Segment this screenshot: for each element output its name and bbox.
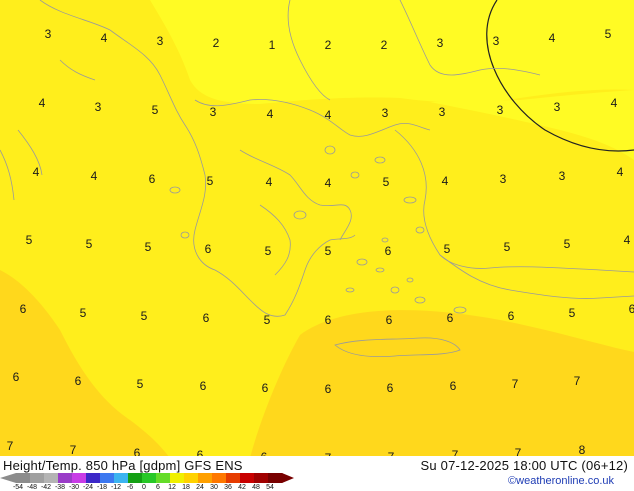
contour-label: 3	[436, 36, 444, 50]
contour-label: 4	[610, 96, 618, 110]
contour-label: 5	[206, 174, 214, 188]
colorbar-segment	[142, 473, 157, 483]
colorbar-segment	[268, 473, 283, 483]
contour-label: 6	[324, 313, 332, 327]
contour-label: 5	[79, 306, 87, 320]
colorbar-segment	[114, 473, 129, 483]
contour-label: 8	[578, 443, 586, 457]
contour-label: 3	[558, 169, 566, 183]
contour-label: 3	[438, 105, 446, 119]
contour-label: 4	[266, 107, 274, 121]
contour-label: 6	[449, 379, 457, 393]
contour-label: 4	[324, 108, 332, 122]
credit-link[interactable]: ©weatheronline.co.uk	[508, 475, 614, 487]
contour-label: 3	[553, 100, 561, 114]
contour-label: 6	[385, 313, 393, 327]
map-title: Height/Temp. 850 hPa [gdpm] GFS ENS	[3, 458, 243, 473]
contour-label: 5	[144, 240, 152, 254]
colorbar	[0, 473, 294, 483]
contour-label: 6	[446, 311, 454, 325]
colorbar-segment	[30, 473, 45, 483]
contour-label: 5	[136, 377, 144, 391]
contour-label: 4	[616, 165, 624, 179]
contour-label: 5	[263, 313, 271, 327]
contour-label: 6	[148, 172, 156, 186]
contour-label: 4	[548, 31, 556, 45]
colorbar-segment	[72, 473, 87, 483]
contour-label: 4	[441, 174, 449, 188]
contour-label: 4	[90, 169, 98, 183]
contour-label: 5	[151, 103, 159, 117]
contour-label: 7	[6, 439, 14, 453]
contour-label: 3	[156, 34, 164, 48]
colorbar-max-arrow	[282, 473, 294, 483]
contour-label: 3	[44, 27, 52, 41]
contour-label: 3	[496, 103, 504, 117]
contour-label: 6	[204, 242, 212, 256]
contour-label: 5	[25, 233, 33, 247]
contour-label: 5	[324, 244, 332, 258]
colorbar-segment	[58, 473, 73, 483]
colorbar-segment	[226, 473, 241, 483]
colorbar-segment	[184, 473, 199, 483]
contour-label: 1	[268, 38, 276, 52]
contour-label: 4	[100, 31, 108, 45]
colorbar-min-arrow	[0, 473, 16, 483]
temperature-field-cool-band	[150, 0, 634, 104]
contour-label: 3	[209, 105, 217, 119]
colorbar-segment	[100, 473, 115, 483]
valid-time: Su 07-12-2025 18:00 UTC (06+12)	[420, 458, 628, 473]
contour-label: 6	[628, 302, 634, 316]
contour-label: 2	[324, 38, 332, 52]
contour-label: 5	[604, 27, 612, 41]
contour-label: 3	[94, 100, 102, 114]
contour-label: 6	[12, 370, 20, 384]
colorbar-segment	[156, 473, 171, 483]
contour-label: 5	[568, 306, 576, 320]
contour-label: 6	[202, 311, 210, 325]
colorbar-segment	[240, 473, 255, 483]
map-footer: Height/Temp. 850 hPa [gdpm] GFS ENS Su 0…	[0, 456, 634, 491]
contour-label: 4	[623, 233, 631, 247]
colorbar-segment	[198, 473, 213, 483]
contour-label: 2	[212, 36, 220, 50]
contour-label: 4	[32, 165, 40, 179]
contour-label: 7	[69, 443, 77, 457]
contour-label: 6	[384, 244, 392, 258]
contour-label: 5	[503, 240, 511, 254]
contour-label: 5	[443, 242, 451, 256]
contour-label: 6	[324, 382, 332, 396]
contour-label: 6	[261, 381, 269, 395]
contour-label: 5	[264, 244, 272, 258]
contour-label: 4	[265, 175, 273, 189]
temperature-map	[0, 0, 634, 458]
contour-label: 6	[386, 381, 394, 395]
colorbar-segment	[44, 473, 59, 483]
contour-label: 5	[382, 175, 390, 189]
colorbar-segment	[170, 473, 185, 483]
colorbar-segment	[254, 473, 269, 483]
map-stage: 3 4 3 2 1 2 2 3 3 4 5 4 3 5 3 4 4 3 3 3 3 4 4 4 6 5 4 4 5 4 3 3 4 5 5 5 6 5 5 6…	[0, 0, 634, 491]
contour-label: 3	[499, 172, 507, 186]
contour-label: 5	[563, 237, 571, 251]
contour-label: 3	[492, 34, 500, 48]
contour-label: 3	[381, 106, 389, 120]
contour-label: 2	[380, 38, 388, 52]
colorbar-segment	[16, 473, 31, 483]
contour-label: 6	[199, 379, 207, 393]
contour-label: 6	[507, 309, 515, 323]
contour-label: 5	[85, 237, 93, 251]
contour-label: 6	[19, 302, 27, 316]
contour-label: 4	[324, 176, 332, 190]
contour-label: 7	[573, 374, 581, 388]
contour-label: 7	[511, 377, 519, 391]
colorbar-segment	[212, 473, 227, 483]
contour-label: 4	[38, 96, 46, 110]
colorbar-segment	[128, 473, 143, 483]
contour-label: 5	[140, 309, 148, 323]
contour-label: 6	[74, 374, 82, 388]
colorbar-segment	[86, 473, 101, 483]
